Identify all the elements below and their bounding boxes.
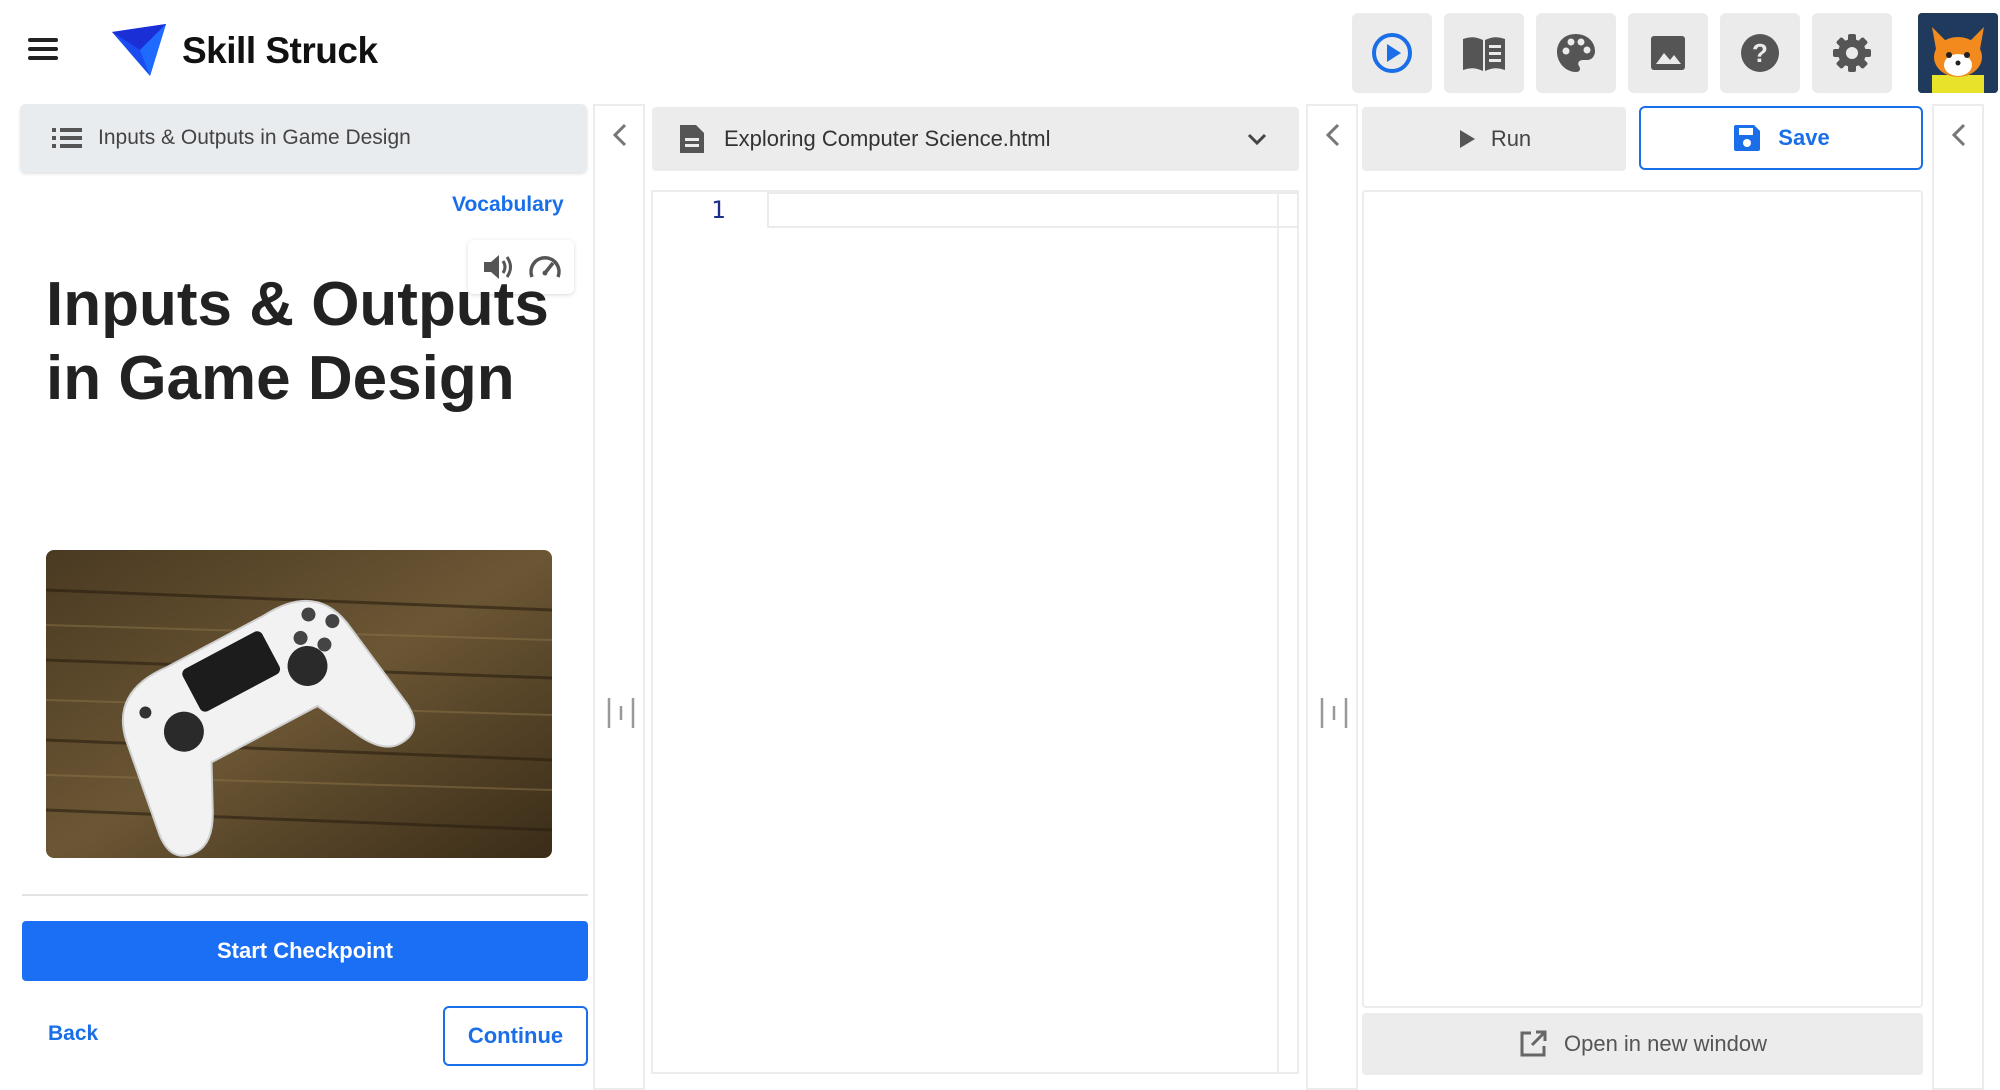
file-selector[interactable]: Exploring Computer Science.html: [652, 107, 1299, 171]
svg-text:?: ?: [1752, 38, 1768, 68]
skill-struck-logo: [112, 24, 166, 76]
save-label: Save: [1778, 125, 1830, 150]
collapse-left-icon[interactable]: [1322, 122, 1344, 148]
play-icon: [1372, 33, 1412, 73]
book-button[interactable]: [1444, 13, 1524, 93]
help-icon: ?: [1741, 34, 1779, 72]
save-icon: [1734, 125, 1761, 151]
collapse-left-icon[interactable]: [609, 122, 631, 148]
editor-scrollbar[interactable]: [1277, 192, 1297, 1072]
gear-icon: [1833, 34, 1871, 72]
run-label: Run: [1490, 126, 1532, 151]
external-link-icon: [1520, 1030, 1547, 1057]
back-link[interactable]: Back: [48, 1022, 98, 1046]
game-controller-image: [46, 550, 552, 858]
user-avatar[interactable]: [1918, 13, 1998, 93]
image-button[interactable]: [1628, 13, 1708, 93]
save-button[interactable]: Save: [1639, 106, 1923, 170]
game-controller-icon: [46, 550, 552, 858]
help-button[interactable]: ?: [1720, 13, 1800, 93]
top-header: Skill Struck ?: [0, 0, 2000, 100]
continue-button[interactable]: Continue: [443, 1006, 588, 1066]
play-icon: [1459, 130, 1475, 148]
open-new-window-label: Open in new window: [1563, 1031, 1767, 1056]
resize-handle-icon[interactable]: [605, 696, 637, 730]
output-preview[interactable]: [1362, 190, 1923, 1008]
lesson-pane-rail: [593, 104, 645, 1090]
palette-button[interactable]: [1536, 13, 1616, 93]
book-icon: [1463, 37, 1505, 71]
vocabulary-link[interactable]: Vocabulary: [452, 193, 564, 217]
menu-icon[interactable]: [28, 38, 60, 64]
brand-name: Skill Struck: [182, 30, 378, 71]
file-name: Exploring Computer Science.html: [724, 126, 1051, 151]
lesson-selector[interactable]: Inputs & Outputs in Game Design: [20, 104, 587, 172]
code-line-1[interactable]: [767, 192, 1299, 228]
chevron-down-icon: [1247, 133, 1267, 146]
lesson-divider: [22, 894, 588, 896]
resize-handle-icon[interactable]: [1318, 696, 1350, 730]
line-number: 1: [711, 196, 726, 224]
palette-icon: [1557, 34, 1595, 72]
run-button[interactable]: Run: [1362, 107, 1626, 171]
start-checkpoint-button[interactable]: Start Checkpoint: [22, 921, 588, 981]
collapse-left-icon[interactable]: [1948, 122, 1970, 148]
open-new-window-button[interactable]: Open in new window: [1362, 1013, 1923, 1075]
editor-pane-rail: [1306, 104, 1358, 1090]
lesson-selector-label: Inputs & Outputs in Game Design: [98, 126, 411, 149]
fox-avatar-icon: [1918, 13, 1998, 93]
image-icon: [1651, 36, 1685, 70]
lesson-title: Inputs & Outputs in Game Design: [46, 270, 549, 413]
document-icon: [680, 125, 704, 153]
play-button[interactable]: [1352, 13, 1432, 93]
preview-pane-rail: [1932, 104, 1984, 1090]
list-icon: [52, 128, 82, 148]
settings-button[interactable]: [1812, 13, 1892, 93]
code-editor[interactable]: 1: [651, 190, 1299, 1074]
